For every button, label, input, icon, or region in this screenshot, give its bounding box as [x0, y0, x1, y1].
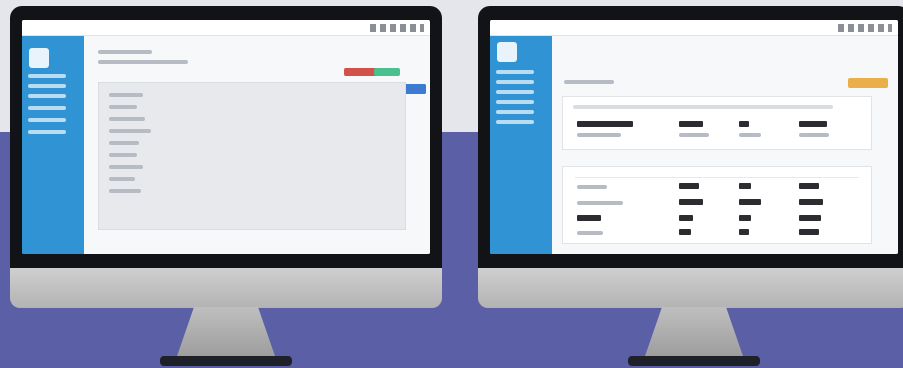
summary-value: [577, 121, 633, 127]
sidebar-item[interactable]: [496, 90, 534, 94]
topbar: [22, 20, 430, 36]
sidebar-item[interactable]: [496, 70, 534, 74]
sidebar-item[interactable]: [28, 118, 66, 122]
right-monitor: [478, 6, 903, 366]
list-item[interactable]: [109, 153, 137, 157]
monitor-foot: [628, 356, 760, 366]
left-screen: [22, 20, 430, 254]
action-button[interactable]: [848, 78, 888, 88]
summary-header: [573, 105, 833, 109]
table-cell: [799, 215, 821, 221]
summary-card: [562, 96, 872, 150]
list-item[interactable]: [109, 141, 139, 145]
summary-label: [679, 133, 709, 137]
list-panel: [98, 82, 406, 230]
list-item[interactable]: [109, 177, 135, 181]
list-item[interactable]: [109, 93, 143, 97]
sidebar-item[interactable]: [28, 84, 66, 88]
main-content: [552, 36, 898, 254]
right-screen: [490, 20, 898, 254]
summary-value: [679, 121, 703, 127]
list-item[interactable]: [109, 189, 141, 193]
table-cell: [577, 201, 623, 205]
sidebar-item[interactable]: [28, 94, 66, 98]
monitor-chin: [10, 268, 442, 308]
table-cell: [679, 199, 703, 205]
summary-value: [739, 121, 749, 127]
list-item[interactable]: [109, 105, 137, 109]
sidebar: [22, 36, 84, 254]
monitor-chin: [478, 268, 903, 308]
action-button[interactable]: [374, 68, 400, 76]
table-cell: [799, 229, 819, 235]
sidebar-item[interactable]: [28, 106, 66, 110]
topbar: [490, 20, 898, 36]
sidebar-item[interactable]: [496, 100, 534, 104]
table-cell: [739, 215, 751, 221]
table-cell: [679, 229, 691, 235]
summary-label: [577, 133, 621, 137]
sidebar-item[interactable]: [496, 110, 534, 114]
monitor-foot: [160, 356, 292, 366]
breadcrumb: [98, 60, 188, 64]
table-cell: [679, 215, 693, 221]
logo-icon: [497, 42, 517, 62]
sidebar: [490, 36, 552, 254]
table-cell: [799, 183, 819, 189]
table-cell: [577, 215, 601, 221]
table-cell: [739, 199, 761, 205]
table-divider: [575, 177, 859, 178]
data-table: [562, 166, 872, 244]
topbar-icons: [370, 24, 424, 32]
page-title: [98, 50, 152, 54]
page-title: [564, 80, 614, 84]
list-item[interactable]: [109, 129, 151, 133]
list-item[interactable]: [109, 165, 143, 169]
sidebar-item[interactable]: [496, 120, 534, 124]
table-cell: [739, 183, 751, 189]
main-content: [84, 36, 430, 254]
logo-icon: [29, 48, 49, 68]
sidebar-item[interactable]: [28, 130, 66, 134]
left-monitor: [10, 6, 442, 366]
table-cell: [739, 229, 749, 235]
sidebar-item[interactable]: [28, 74, 66, 78]
topbar-icons: [838, 24, 892, 32]
summary-value: [799, 121, 827, 127]
table-cell: [799, 199, 823, 205]
table-cell: [577, 231, 603, 235]
table-cell: [577, 185, 607, 189]
summary-label: [739, 133, 761, 137]
sidebar-item[interactable]: [496, 80, 534, 84]
summary-label: [799, 133, 829, 137]
table-cell: [679, 183, 699, 189]
list-item[interactable]: [109, 117, 145, 121]
